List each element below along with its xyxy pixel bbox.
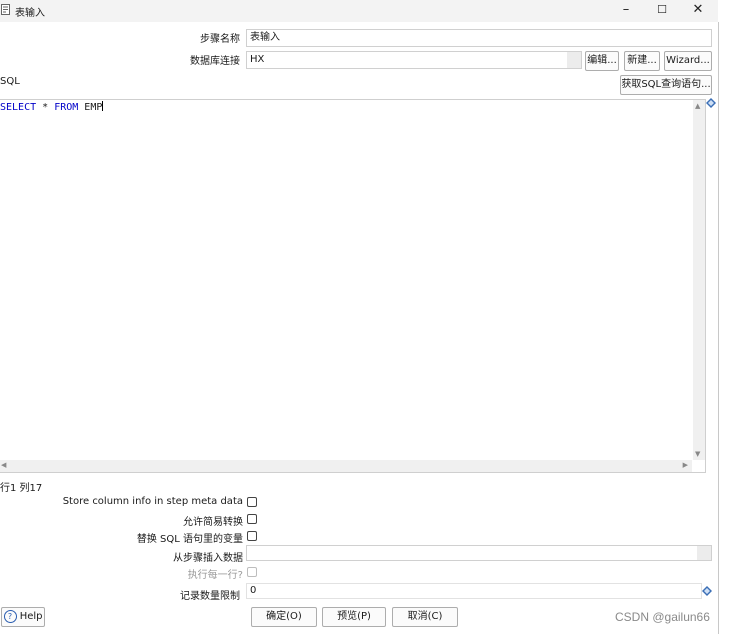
new-connection-button[interactable]: 新建... (624, 51, 660, 71)
execute-each-row-checkbox (247, 567, 257, 577)
scroll-up-icon[interactable]: ▲ (695, 102, 700, 110)
lazy-conversion-label: 允许简易转换 (183, 517, 243, 528)
vertical-scrollbar[interactable]: ▲ ▼ (693, 100, 705, 460)
sql-keyword-from: FROM (54, 102, 79, 113)
store-column-info-checkbox[interactable] (247, 497, 257, 507)
scroll-right-icon[interactable]: ▶ (683, 461, 688, 469)
watermark: CSDN @gailun66 (615, 610, 710, 624)
sql-label: SQL (0, 76, 20, 87)
sql-star: * (36, 102, 55, 113)
step-name-label: 步骤名称 (200, 34, 240, 45)
db-connection-value: HX (250, 54, 265, 65)
sql-text[interactable]: SELECT * FROM EMP (0, 101, 104, 113)
execute-each-row-label: 执行每一行? (187, 570, 243, 581)
limit-variable-diamond-icon (702, 586, 712, 599)
get-sql-button[interactable]: 获取SQL查询语句... (620, 75, 712, 95)
minimize-button[interactable]: – (608, 0, 644, 22)
wizard-button[interactable]: Wizard... (664, 51, 712, 71)
sql-table-name: EMP (78, 102, 103, 113)
help-button[interactable]: ? Help (1, 607, 45, 627)
insert-from-step-label: 从步骤插入数据 (173, 553, 243, 564)
dropdown-arrow[interactable] (567, 52, 581, 68)
close-button[interactable]: ✕ (680, 0, 716, 22)
app-icon (1, 4, 11, 16)
cancel-button[interactable]: 取消(C) (392, 607, 458, 627)
store-column-info-label: Store column info in step meta data (62, 496, 243, 507)
title-bar: 表输入 – ☐ ✕ (0, 0, 718, 22)
horizontal-scrollbar[interactable]: ◀ ▶ (0, 460, 692, 472)
db-connection-label: 数据库连接 (190, 56, 240, 67)
window-title: 表输入 (15, 8, 45, 19)
scroll-left-icon[interactable]: ◀ (1, 461, 6, 469)
sql-editor[interactable]: SELECT * FROM EMP ▲ ▼ ◀ ▶ (0, 99, 706, 473)
lazy-conversion-checkbox[interactable] (247, 514, 257, 524)
sql-keyword-select: SELECT (0, 102, 37, 113)
maximize-button[interactable]: ☐ (644, 0, 680, 22)
help-icon: ? (3, 609, 17, 623)
scroll-down-icon[interactable]: ▼ (695, 450, 700, 458)
replace-variables-checkbox[interactable] (247, 531, 257, 541)
edit-connection-button[interactable]: 编辑... (585, 51, 619, 71)
db-connection-select[interactable]: HX (246, 51, 582, 69)
replace-variables-label: 替换 SQL 语句里的变量 (136, 534, 243, 545)
cursor-position: 行1 列17 (0, 483, 43, 494)
text-cursor (102, 101, 104, 111)
preview-button[interactable]: 预览(P) (322, 607, 386, 627)
variable-diamond-icon (706, 98, 716, 111)
limit-label: 记录数量限制 (180, 591, 240, 602)
insert-from-step-select[interactable] (246, 545, 712, 561)
help-label: Help (19, 611, 43, 622)
limit-input[interactable]: 0 (246, 583, 702, 599)
ok-button[interactable]: 确定(O) (251, 607, 317, 627)
insert-from-step-dropdown[interactable] (697, 546, 711, 560)
step-name-input[interactable]: 表输入 (246, 29, 712, 47)
